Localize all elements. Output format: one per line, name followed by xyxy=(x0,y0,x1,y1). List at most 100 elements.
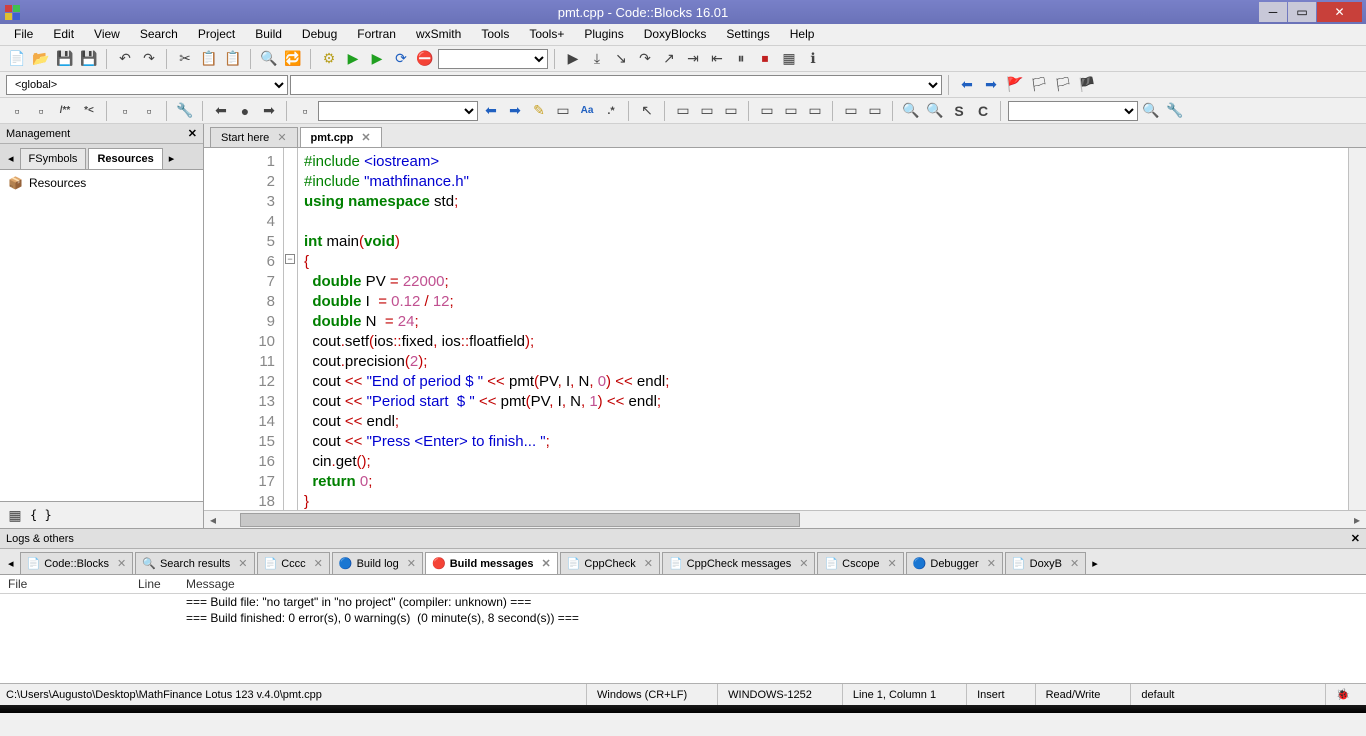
tb3-b6-icon[interactable]: ▭ xyxy=(804,100,826,122)
comment2-icon[interactable]: *< xyxy=(78,100,100,122)
log-message-row[interactable]: === Build finished: 0 error(s), 0 warnin… xyxy=(8,610,1358,626)
save-icon[interactable]: 💾 xyxy=(54,48,76,70)
logs-tab-cscope[interactable]: 📄Cscope✕ xyxy=(817,552,903,574)
nav-fwd-icon[interactable]: ➡ xyxy=(258,100,280,122)
zoom-in-icon[interactable]: 🔍 xyxy=(900,100,922,122)
code-editor[interactable]: 123456789101112131415161718 − #include <… xyxy=(204,148,1366,510)
tb3-select[interactable] xyxy=(318,101,478,121)
logs-tab-close-icon[interactable]: ✕ xyxy=(541,557,550,570)
next-instruction-icon[interactable]: ⇥ xyxy=(682,48,704,70)
c-icon[interactable]: C xyxy=(972,100,994,122)
logs-tab-codeblocks[interactable]: 📄Code::Blocks✕ xyxy=(20,552,134,574)
vertical-scrollbar[interactable] xyxy=(1348,148,1366,510)
tb3-b4-icon[interactable]: ▭ xyxy=(756,100,778,122)
logs-tab-debugger[interactable]: 🔵Debugger✕ xyxy=(906,552,1003,574)
menu-settings[interactable]: Settings xyxy=(716,24,779,45)
fold-gutter[interactable]: − xyxy=(284,148,298,510)
copy-icon[interactable]: 📋 xyxy=(198,48,220,70)
step-into-icon[interactable]: ↘ xyxy=(610,48,632,70)
save-all-icon[interactable]: 💾 xyxy=(78,48,100,70)
run-icon[interactable]: ▶ xyxy=(342,48,364,70)
editor-tab-pmtcpp[interactable]: pmt.cpp✕ xyxy=(300,127,382,147)
break-icon[interactable]: ⏸ xyxy=(730,48,752,70)
highlight-icon[interactable]: ✎ xyxy=(528,100,550,122)
prev-bookmark-icon[interactable]: ⬅ xyxy=(956,74,978,96)
menu-view[interactable]: View xyxy=(84,24,130,45)
zoom-out-icon[interactable]: 🔍 xyxy=(924,100,946,122)
run-to-cursor-icon[interactable]: ⤓ xyxy=(586,48,608,70)
mgmt-tab-resources[interactable]: Resources xyxy=(88,148,162,169)
find-icon[interactable]: 🔍 xyxy=(258,48,280,70)
comment-icon[interactable]: /** xyxy=(54,100,76,122)
hscroll-thumb[interactable] xyxy=(240,513,800,527)
mgmt-tab-right-icon[interactable]: ▸ xyxy=(165,148,179,169)
menu-search[interactable]: Search xyxy=(130,24,188,45)
regex-icon[interactable]: .* xyxy=(600,100,622,122)
replace-icon[interactable]: 🔁 xyxy=(282,48,304,70)
hscroll-left-icon[interactable]: ◂ xyxy=(204,513,222,527)
menu-file[interactable]: File xyxy=(4,24,43,45)
menu-tools[interactable]: Tools xyxy=(471,24,519,45)
info-icon[interactable]: ℹ xyxy=(802,48,824,70)
clear-bookmarks-icon[interactable]: 🏴 xyxy=(1076,74,1098,96)
menu-tools[interactable]: Tools+ xyxy=(519,24,574,45)
debug-continue-icon[interactable]: ▶ xyxy=(562,48,584,70)
menu-debug[interactable]: Debug xyxy=(292,24,347,45)
bug-icon[interactable]: 🐞 xyxy=(1325,684,1360,705)
redo-icon[interactable]: ↷ xyxy=(138,48,160,70)
menu-edit[interactable]: Edit xyxy=(43,24,84,45)
paste-icon[interactable]: 📋 xyxy=(222,48,244,70)
logs-col-message[interactable]: Message xyxy=(186,577,235,591)
match-case-icon[interactable]: Aa xyxy=(576,100,598,122)
logs-tab-close-icon[interactable]: ✕ xyxy=(987,557,996,570)
next-bookmark-icon[interactable]: ➡ xyxy=(980,74,1002,96)
rebuild-icon[interactable]: ⟳ xyxy=(390,48,412,70)
logs-tab-close-icon[interactable]: ✕ xyxy=(238,557,247,570)
open-file-icon[interactable]: 📂 xyxy=(30,48,52,70)
build-target-select[interactable] xyxy=(438,49,548,69)
nav-dot-icon[interactable]: ● xyxy=(234,100,256,122)
logs-tab-doxyb[interactable]: 📄DoxyB✕ xyxy=(1005,552,1086,574)
mgmt-tab-fsymbols[interactable]: FSymbols xyxy=(20,148,87,169)
menu-build[interactable]: Build xyxy=(245,24,292,45)
logs-tab-buildmessages[interactable]: 🔴Build messages✕ xyxy=(425,552,558,574)
mgmt-bottom-icon[interactable]: ▦ xyxy=(4,504,26,526)
tb3-b7-icon[interactable]: ▭ xyxy=(840,100,862,122)
jump-fwd-icon[interactable]: ➡ xyxy=(504,100,526,122)
horizontal-scrollbar[interactable]: ◂ ▸ xyxy=(204,510,1366,528)
menu-help[interactable]: Help xyxy=(780,24,825,45)
logs-tab-searchresults[interactable]: 🔍Search results✕ xyxy=(135,552,254,574)
tb3-end2-icon[interactable]: 🔧 xyxy=(1164,100,1186,122)
menu-wxsmith[interactable]: wxSmith xyxy=(406,24,471,45)
tree-root-item[interactable]: 📦 Resources xyxy=(8,174,195,192)
tb3-end1-icon[interactable]: 🔍 xyxy=(1140,100,1162,122)
tb3-b1-icon[interactable]: ▭ xyxy=(672,100,694,122)
tb3-b5-icon[interactable]: ▭ xyxy=(780,100,802,122)
tb3-b2-icon[interactable]: ▭ xyxy=(696,100,718,122)
new-file-icon[interactable]: 📄 xyxy=(6,48,28,70)
tab-close-icon[interactable]: ✕ xyxy=(361,131,370,144)
logs-tab-cppcheck[interactable]: 📄CppCheck✕ xyxy=(560,552,660,574)
step-out-icon[interactable]: ↗ xyxy=(658,48,680,70)
menu-fortran[interactable]: Fortran xyxy=(347,24,406,45)
tb3-icon-1[interactable]: ▫ xyxy=(6,100,28,122)
tb3-icon-6[interactable]: ▫ xyxy=(138,100,160,122)
step-over-icon[interactable]: ↷ xyxy=(634,48,656,70)
cut-icon[interactable]: ✂ xyxy=(174,48,196,70)
tb3-icon-10[interactable]: ▫ xyxy=(294,100,316,122)
logs-tab-cppcheckmessages[interactable]: 📄CppCheck messages✕ xyxy=(662,552,815,574)
abort-icon[interactable]: ⛔ xyxy=(414,48,436,70)
editor-tab-starthere[interactable]: Start here✕ xyxy=(210,127,298,147)
maximize-button[interactable]: ▭ xyxy=(1288,2,1316,22)
logs-tab-close-icon[interactable]: ✕ xyxy=(407,557,416,570)
menu-doxyblocks[interactable]: DoxyBlocks xyxy=(634,24,717,45)
logs-col-line[interactable]: Line xyxy=(138,577,186,591)
symbol-select[interactable] xyxy=(290,75,942,95)
cursor-icon[interactable]: ↖ xyxy=(636,100,658,122)
selection-icon[interactable]: ▭ xyxy=(552,100,574,122)
menu-plugins[interactable]: Plugins xyxy=(574,24,633,45)
logs-tab-close-icon[interactable]: ✕ xyxy=(644,557,653,570)
hscroll-right-icon[interactable]: ▸ xyxy=(1348,513,1366,527)
logs-tab-close-icon[interactable]: ✕ xyxy=(1070,557,1079,570)
undo-icon[interactable]: ↶ xyxy=(114,48,136,70)
